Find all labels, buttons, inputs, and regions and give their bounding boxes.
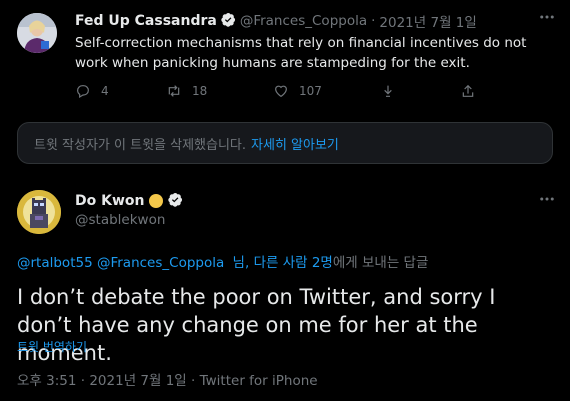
like-count: 107 [299, 84, 322, 98]
download-icon [384, 85, 392, 97]
reply-to-line: @rtalbot55 @Frances_Coppola 님, 다른 사람 2명에… [17, 251, 428, 271]
reply-icon [77, 85, 89, 99]
deleted-tweet-notice: 트윗 작성자가 이 트윗을 삭제했습니다. 자세히 알아보기 [17, 122, 553, 164]
mention-rtalbot[interactable]: @rtalbot55 [17, 255, 93, 271]
tweet-source[interactable]: Twitter for iPhone [200, 373, 318, 389]
tweet-time[interactable]: 오후 3:51 [17, 373, 76, 389]
more-options-icon[interactable] [538, 8, 556, 30]
tweet-date[interactable]: 2021년 7월 1일 [89, 373, 186, 389]
heart-icon [275, 85, 287, 98]
separator-dot: · [80, 373, 86, 389]
separator-dot: · [371, 13, 376, 29]
separator-dot: · [191, 373, 196, 389]
like-button[interactable]: 107 [273, 83, 322, 99]
reply-count: 4 [101, 84, 109, 98]
retweet-button[interactable]: 18 [166, 83, 207, 99]
dokwon-avatar[interactable] [17, 190, 61, 234]
verified-badge-icon [221, 12, 236, 31]
gold-circle-icon [149, 194, 164, 208]
verified-badge-icon [168, 192, 183, 211]
share-button[interactable] [460, 83, 476, 99]
quoted-handle[interactable]: @Frances_Coppola [240, 13, 367, 29]
quoted-display-name[interactable]: Fed Up Cassandra [75, 13, 217, 29]
retweet-icon [168, 85, 180, 97]
download-button[interactable] [380, 83, 396, 99]
mention-frances[interactable]: @Frances_Coppola [97, 255, 224, 271]
main-tweet-text: I don’t debate the poor on Twitter, and … [17, 285, 496, 365]
reply-others-prefix: 님, [232, 255, 250, 271]
translate-tweet-link[interactable]: 트윗 번역하기 [17, 338, 87, 355]
cassandra-avatar[interactable] [17, 13, 57, 53]
reply-suffix: 에게 보내는 답글 [332, 255, 429, 271]
main-handle[interactable]: @stablekwon [75, 212, 165, 228]
share-icon [462, 84, 474, 97]
main-display-name[interactable]: Do Kwon [75, 193, 144, 209]
quoted-tweet-text: Self-correction mechanisms that rely on … [75, 35, 527, 71]
more-options-icon[interactable] [538, 190, 556, 212]
retweet-count: 18 [192, 84, 208, 98]
learn-more-link[interactable]: 자세히 알아보기 [251, 134, 339, 153]
tweet-meta: 오후 3:51 · 2021년 7월 1일 · Twitter for iPho… [17, 369, 318, 389]
deleted-notice-text: 트윗 작성자가 이 트윗을 삭제했습니다. [34, 137, 247, 153]
quoted-date[interactable]: 2021년 7월 1일 [379, 11, 476, 31]
reply-others-link[interactable]: 다른 사람 2명 [254, 255, 333, 271]
reply-button[interactable]: 4 [75, 83, 109, 99]
